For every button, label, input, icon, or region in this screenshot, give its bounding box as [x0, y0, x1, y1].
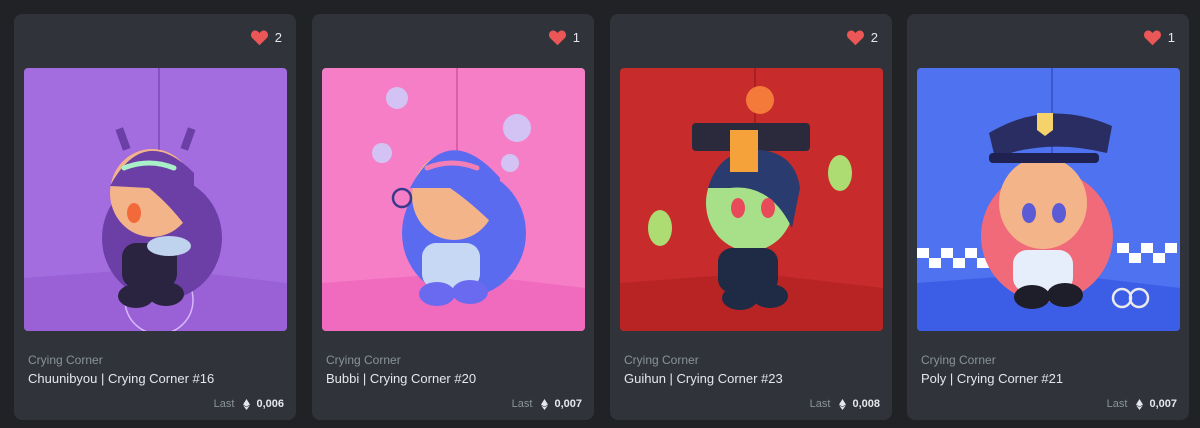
nft-artwork	[24, 68, 287, 331]
heart-icon	[846, 30, 864, 46]
nft-card[interactable]: 2 Crying Corner Chuunibyou | Crying Corn…	[14, 14, 296, 420]
nft-card-grid: 2 Crying Corner Chuunibyou | Crying Corn…	[0, 0, 1200, 428]
last-price: Last 0,007	[1107, 398, 1177, 410]
price-value: 0,006	[256, 398, 284, 410]
last-price: Last 0,006	[214, 398, 284, 410]
nft-artwork	[917, 68, 1180, 331]
ethereum-icon	[1136, 398, 1144, 410]
last-price: Last 0,008	[810, 398, 880, 410]
nft-title[interactable]: Poly | Crying Corner #21	[921, 371, 1063, 386]
ethereum-icon	[541, 398, 549, 410]
favorite-count[interactable]: 1	[548, 29, 580, 46]
price-label: Last	[213, 398, 235, 410]
price-value: 0,007	[1149, 398, 1177, 410]
last-price: Last 0,007	[512, 398, 582, 410]
favorite-count[interactable]: 1	[1143, 29, 1175, 46]
ethereum-icon	[243, 398, 251, 410]
price-label: Last	[1106, 398, 1128, 410]
favorite-count[interactable]: 2	[250, 29, 282, 46]
like-count: 1	[1167, 30, 1175, 45]
nft-image[interactable]	[24, 68, 287, 331]
favorite-count[interactable]: 2	[846, 29, 878, 46]
nft-title[interactable]: Guihun | Crying Corner #23	[624, 371, 783, 386]
nft-image[interactable]	[917, 68, 1180, 331]
nft-artwork	[620, 68, 883, 331]
price-value: 0,008	[852, 398, 880, 410]
collection-name[interactable]: Crying Corner	[624, 353, 699, 367]
price-value: 0,007	[554, 398, 582, 410]
nft-card[interactable]: 2 Crying Corner Guihun | Crying Corner #…	[610, 14, 892, 420]
like-count: 2	[870, 30, 878, 45]
price-label: Last	[809, 398, 831, 410]
nft-artwork	[322, 68, 585, 331]
nft-title[interactable]: Chuunibyou | Crying Corner #16	[28, 371, 214, 386]
like-count: 2	[274, 30, 282, 45]
nft-image[interactable]	[322, 68, 585, 331]
heart-icon	[1143, 30, 1161, 46]
heart-icon	[548, 30, 566, 46]
ethereum-icon	[839, 398, 847, 410]
price-label: Last	[511, 398, 533, 410]
collection-name[interactable]: Crying Corner	[28, 353, 103, 367]
heart-icon	[250, 30, 268, 46]
nft-image[interactable]	[620, 68, 883, 331]
nft-card[interactable]: 1 Crying Corner Poly | Crying Corner #21…	[907, 14, 1189, 420]
collection-name[interactable]: Crying Corner	[326, 353, 401, 367]
collection-name[interactable]: Crying Corner	[921, 353, 996, 367]
nft-title[interactable]: Bubbi | Crying Corner #20	[326, 371, 476, 386]
nft-card[interactable]: 1 Crying Corner Bubbi | Crying Corner #2…	[312, 14, 594, 420]
like-count: 1	[572, 30, 580, 45]
